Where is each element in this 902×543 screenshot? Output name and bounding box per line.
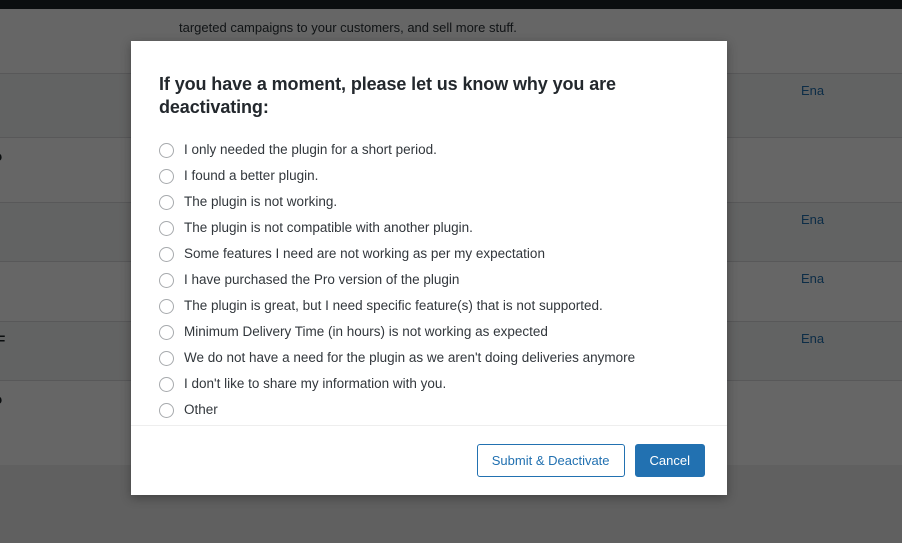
reason-option[interactable]: The plugin is not compatible with anothe… (159, 216, 699, 242)
reason-label: I don't like to share my information wit… (184, 376, 447, 392)
reason-label: The plugin is not compatible with anothe… (184, 220, 473, 236)
modal-footer: Submit & Deactivate Cancel (131, 425, 727, 495)
radio-button-icon[interactable] (159, 195, 174, 211)
reason-option[interactable]: I don't like to share my information wit… (159, 372, 699, 398)
reason-label: The plugin is not working. (184, 194, 338, 210)
reason-label: I have purchased the Pro version of the … (184, 272, 460, 288)
modal-body: If you have a moment, please let us know… (131, 41, 727, 425)
radio-button-icon[interactable] (159, 143, 174, 159)
reason-option[interactable]: Some features I need are not working as … (159, 242, 699, 268)
radio-button-icon[interactable] (159, 247, 174, 263)
radio-button-icon[interactable] (159, 403, 174, 419)
reason-option[interactable]: I found a better plugin. (159, 164, 699, 190)
radio-button-icon[interactable] (159, 325, 174, 341)
radio-button-icon[interactable] (159, 273, 174, 289)
reason-option[interactable]: Other (159, 398, 699, 424)
submit-and-deactivate-button[interactable]: Submit & Deactivate (476, 444, 625, 477)
reason-label: Minimum Delivery Time (in hours) is not … (184, 324, 548, 340)
reason-label: I found a better plugin. (184, 168, 319, 184)
deactivation-feedback-modal: If you have a moment, please let us know… (131, 41, 727, 495)
reason-option[interactable]: We do not have a need for the plugin as … (159, 346, 699, 372)
reason-option[interactable]: The plugin is not working. (159, 190, 699, 216)
reason-label: Other (184, 402, 218, 418)
reason-option[interactable]: Minimum Delivery Time (in hours) is not … (159, 320, 699, 346)
reason-label: The plugin is great, but I need specific… (184, 298, 603, 314)
radio-button-icon[interactable] (159, 377, 174, 393)
radio-button-icon[interactable] (159, 221, 174, 237)
radio-button-icon[interactable] (159, 351, 174, 367)
screen-root: vate|Delete targeted campaigns to your c… (0, 0, 902, 543)
modal-title: If you have a moment, please let us know… (159, 74, 616, 118)
cancel-button[interactable]: Cancel (634, 444, 705, 477)
radio-button-icon[interactable] (159, 169, 174, 185)
reason-label: Some features I need are not working as … (184, 246, 545, 262)
reason-option[interactable]: I have purchased the Pro version of the … (159, 268, 699, 294)
radio-button-icon[interactable] (159, 299, 174, 315)
deactivation-reasons-list: I only needed the plugin for a short per… (159, 138, 699, 424)
reason-option[interactable]: The plugin is great, but I need specific… (159, 294, 699, 320)
reason-option[interactable]: I only needed the plugin for a short per… (159, 138, 699, 164)
reason-label: I only needed the plugin for a short per… (184, 142, 437, 158)
reason-label: We do not have a need for the plugin as … (184, 350, 636, 366)
